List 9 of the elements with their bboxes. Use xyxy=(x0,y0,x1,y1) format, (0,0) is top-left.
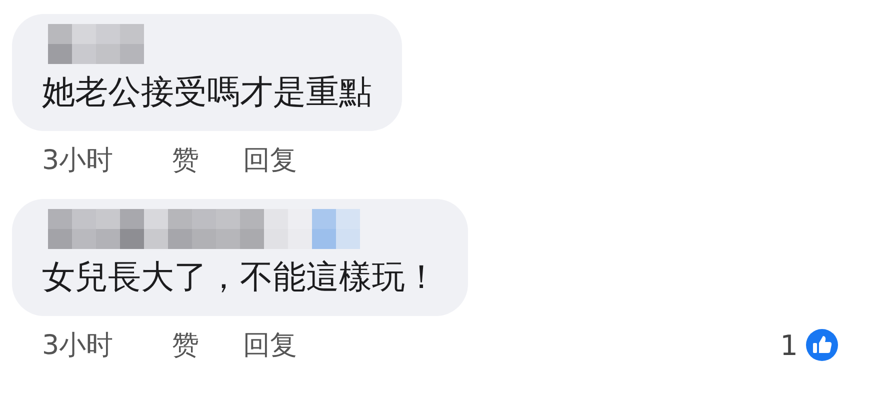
like-link[interactable]: 赞 xyxy=(172,142,199,178)
timestamp: 3小时 xyxy=(42,329,114,363)
timestamp: 3小时 xyxy=(42,144,114,178)
reaction-count: 1 xyxy=(780,328,798,362)
comment-text: 她老公接受嗎才是重點 xyxy=(42,71,372,113)
reply-link[interactable]: 回复 xyxy=(243,142,297,178)
reply-link[interactable]: 回复 xyxy=(243,327,297,363)
like-link[interactable]: 赞 xyxy=(172,327,199,363)
comment-text: 女兒長大了，不能這樣玩！ xyxy=(42,256,438,298)
